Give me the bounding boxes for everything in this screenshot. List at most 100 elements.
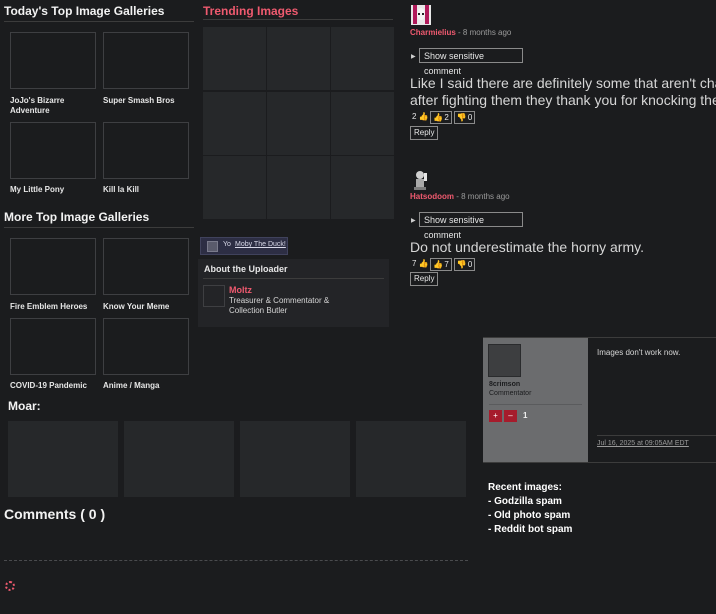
image-comment-card: 8crimson Commentator + – 1 Images don't …: [483, 337, 716, 463]
like-button[interactable]: 👍 2: [430, 110, 452, 124]
gallery-caption-covid[interactable]: COVID-19 Pandemic: [10, 381, 96, 391]
trending-image[interactable]: [267, 27, 330, 90]
gallery-caption-jojo[interactable]: JoJo's Bizarre Adventure: [10, 96, 96, 116]
show-sensitive-button[interactable]: Show sensitive comment: [419, 212, 523, 240]
expand-triangle-icon[interactable]: ▶: [411, 217, 416, 224]
divider: [203, 278, 384, 279]
uploader-name[interactable]: Moltz: [229, 285, 252, 295]
recent-image-item: - Old photo spam: [488, 510, 571, 521]
comment-time: - 8 months ago: [454, 192, 510, 201]
gallery-caption-anime[interactable]: Anime / Manga: [103, 381, 189, 391]
recent-image-item: - Reddit bot spam: [488, 524, 573, 535]
top-galleries-heading: Today's Top Image Galleries: [4, 4, 165, 18]
like-button[interactable]: 👍 7: [430, 257, 452, 271]
comment-author[interactable]: Charmielius - 8 months ago: [410, 28, 511, 37]
uploader-avatar[interactable]: [203, 285, 225, 307]
dislike-button[interactable]: 👎 0: [453, 257, 476, 271]
vote-score: 2: [412, 112, 417, 121]
reply-button[interactable]: Reply: [410, 272, 439, 286]
recent-images-title: Recent images:: [488, 482, 562, 493]
upvote-button[interactable]: +: [489, 410, 502, 422]
yo-link[interactable]: Moby The Duck!: [235, 241, 286, 248]
trending-image[interactable]: [331, 156, 394, 219]
trending-image[interactable]: [331, 92, 394, 155]
dislike-button[interactable]: 👎 0: [453, 110, 476, 124]
gallery-caption-fire-emblem[interactable]: Fire Emblem Heroes: [10, 302, 96, 312]
downvote-button[interactable]: –: [504, 410, 517, 422]
comment-text: Like I said there are definitely some th…: [410, 75, 716, 91]
moar-image[interactable]: [356, 421, 466, 497]
trending-image[interactable]: [331, 27, 394, 90]
author-name[interactable]: Charmielius: [410, 28, 456, 37]
comment-author[interactable]: Hatsodoom - 8 months ago: [410, 192, 510, 201]
gallery-thumb-smash[interactable]: [103, 32, 189, 89]
comments-heading: Comments ( 0 ): [4, 506, 106, 522]
trending-image[interactable]: [203, 27, 266, 90]
trending-image[interactable]: [267, 156, 330, 219]
trending-image[interactable]: [267, 92, 330, 155]
dislike-count: 0: [467, 112, 473, 122]
uploader-panel: About the Uploader Moltz Treasurer & Com…: [198, 259, 389, 327]
thumbs-up-icon[interactable]: 👍: [418, 111, 428, 123]
divider: [4, 227, 194, 228]
image-comment-text: Images don't work now.: [597, 348, 681, 357]
moar-image[interactable]: [124, 421, 234, 497]
gallery-caption-killlakill[interactable]: Kill la Kill: [103, 185, 189, 195]
expand-triangle-icon[interactable]: ▶: [411, 53, 416, 60]
moar-heading: Moar:: [8, 399, 41, 413]
yo-text: Yo: [223, 241, 231, 248]
trending-image[interactable]: [203, 92, 266, 155]
reply-button[interactable]: Reply: [410, 126, 439, 140]
thumbs-up-icon: 👍: [433, 112, 444, 122]
commenter-panel: 8crimson Commentator + – 1: [483, 338, 588, 462]
gallery-thumb-fire-emblem[interactable]: [10, 238, 96, 295]
vote-row: 7 👍 👍 7 👎 0: [412, 257, 476, 271]
divider: [203, 19, 393, 20]
comment-text: Do not underestimate the horny army.: [410, 239, 644, 255]
more-galleries-heading: More Top Image Galleries: [4, 210, 150, 224]
author-name[interactable]: Hatsodoom: [410, 192, 454, 201]
gallery-thumb-killlakill[interactable]: [103, 122, 189, 179]
gallery-caption-smash[interactable]: Super Smash Bros: [103, 96, 189, 106]
thumbs-up-icon[interactable]: 👍: [418, 258, 428, 270]
gallery-thumb-anime[interactable]: [103, 318, 189, 375]
comment-text: after fighting them they thank you for k…: [410, 92, 716, 108]
commenter-avatar[interactable]: [488, 344, 521, 377]
gallery-thumb-jojo[interactable]: [10, 32, 96, 89]
avatar: [207, 241, 218, 252]
user-avatar[interactable]: [410, 4, 432, 26]
loading-spinner-icon: [5, 581, 15, 591]
trending-heading: Trending Images: [203, 4, 299, 18]
gallery-thumb-covid[interactable]: [10, 318, 96, 375]
comments-divider: [4, 560, 468, 561]
thumbs-down-icon: 👎: [456, 112, 467, 122]
moar-image[interactable]: [240, 421, 350, 497]
divider: [489, 404, 582, 405]
recent-image-item: - Godzilla spam: [488, 496, 562, 507]
gallery-thumb-mlp[interactable]: [10, 122, 96, 179]
gallery-thumb-kym[interactable]: [103, 238, 189, 295]
show-sensitive-button[interactable]: Show sensitive comment: [419, 48, 523, 76]
divider: [4, 21, 194, 22]
comment-time: - 8 months ago: [455, 28, 512, 37]
gallery-caption-mlp[interactable]: My Little Pony: [10, 185, 96, 195]
divider: [597, 435, 716, 436]
like-count: 7: [444, 259, 449, 269]
vote-score: 7: [412, 259, 417, 268]
user-avatar[interactable]: [410, 169, 432, 191]
uploader-heading: About the Uploader: [204, 264, 288, 274]
commenter-role: Commentator: [489, 390, 532, 397]
vote-row: 2 👍 👍 2 👎 0: [412, 110, 476, 124]
yo-link-chip: Yo Moby The Duck!: [200, 237, 288, 255]
comment-date-link[interactable]: Jul 16, 2025 at 09:05AM EDT: [597, 440, 689, 447]
vote-score: 1: [523, 411, 528, 420]
commenter-name[interactable]: 8crimson: [489, 381, 520, 388]
moar-image[interactable]: [8, 421, 118, 497]
like-count: 2: [444, 112, 449, 122]
thumbs-down-icon: 👎: [456, 259, 467, 269]
dislike-count: 0: [467, 259, 473, 269]
thumbs-up-icon: 👍: [433, 259, 444, 269]
trending-image[interactable]: [203, 156, 266, 219]
uploader-role: Treasurer & Commentator & Collection But…: [229, 296, 330, 315]
gallery-caption-kym[interactable]: Know Your Meme: [103, 302, 189, 312]
